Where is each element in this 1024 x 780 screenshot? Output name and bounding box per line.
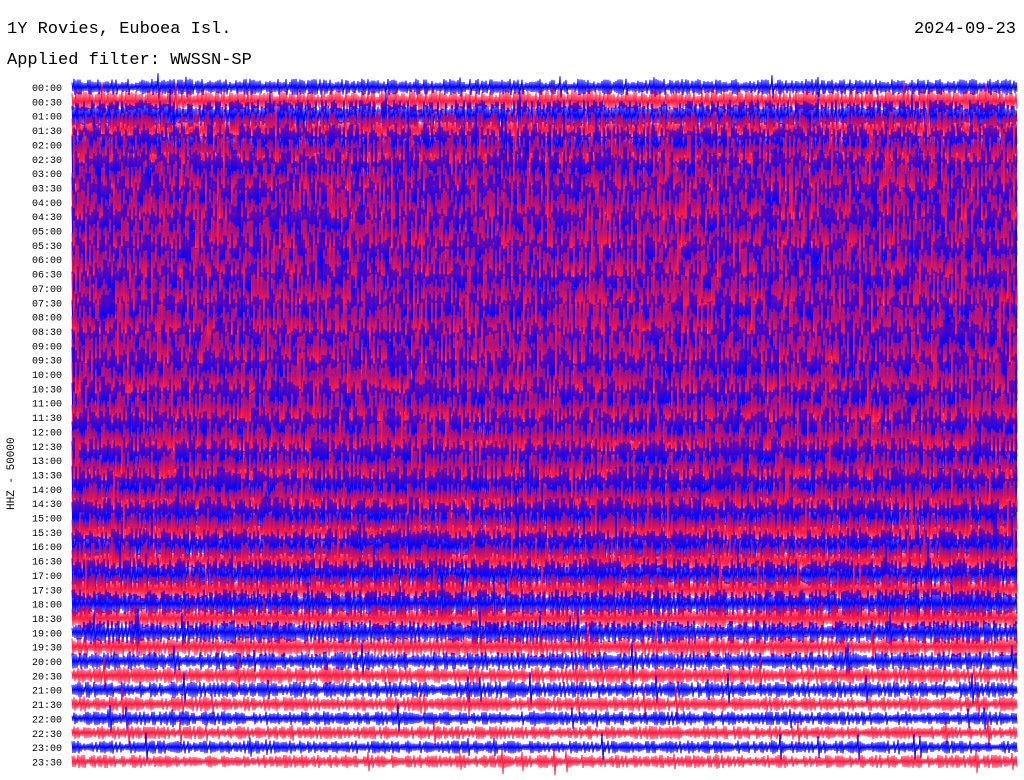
row-label: 12:30 (32, 443, 62, 454)
row-label: 08:30 (32, 328, 62, 339)
row-label: 11:00 (32, 400, 62, 411)
row-label: 14:00 (32, 486, 62, 497)
row-label: 05:00 (32, 228, 62, 239)
row-label: 23:00 (32, 744, 62, 755)
row-label: 04:00 (32, 199, 62, 210)
row-label: 13:00 (32, 457, 62, 468)
row-label: 00:00 (32, 84, 62, 95)
row-label: 02:30 (32, 156, 62, 167)
row-label: 01:00 (32, 113, 62, 124)
row-label: 07:30 (32, 299, 62, 310)
row-label: 03:30 (32, 184, 62, 195)
row-label: 18:30 (32, 615, 62, 626)
row-label: 04:30 (32, 213, 62, 224)
trace-group (71, 73, 1018, 776)
row-label: 07:00 (32, 285, 62, 296)
row-label: 06:30 (32, 271, 62, 282)
row-label: 14:30 (32, 500, 62, 511)
row-label: 03:00 (32, 170, 62, 181)
row-label: 15:00 (32, 515, 62, 526)
row-label: 08:00 (32, 314, 62, 325)
row-label: 21:00 (32, 687, 62, 698)
row-label: 22:30 (32, 730, 62, 741)
row-label-group: 00:00 00:30 01:00 01:30 02:00 02:30 03:00 03:30… (32, 84, 62, 769)
helicorder-plot: 00:00 00:30 01:00 01:30 02:00 02:30 03:00 03:30… (32, 73, 1018, 776)
row-label: 01:30 (32, 127, 62, 138)
row-label: 13:30 (32, 471, 62, 482)
row-label: 17:30 (32, 586, 62, 597)
row-label: 16:30 (32, 558, 62, 569)
row-label: 21:30 (32, 701, 62, 712)
row-label: 00:30 (32, 98, 62, 109)
row-label: 15:30 (32, 529, 62, 540)
row-label: 06:00 (32, 256, 62, 267)
row-label: 17:00 (32, 572, 62, 583)
row-label: 23:30 (32, 758, 62, 769)
row-label: 19:00 (32, 629, 62, 640)
row-label: 20:30 (32, 672, 62, 683)
row-label: 19:30 (32, 644, 62, 655)
row-label: 12:00 (32, 428, 62, 439)
row-label: 10:30 (32, 385, 62, 396)
row-label: 02:00 (32, 141, 62, 152)
row-label: 10:00 (32, 371, 62, 382)
row-label: 20:00 (32, 658, 62, 669)
row-label: 22:00 (32, 715, 62, 726)
row-label: 18:00 (32, 601, 62, 612)
row-label: 11:30 (32, 414, 62, 425)
row-label: 05:30 (32, 242, 62, 253)
row-label: 16:00 (32, 543, 62, 554)
row-label: 09:30 (32, 357, 62, 368)
row-label: 09:00 (32, 342, 62, 353)
